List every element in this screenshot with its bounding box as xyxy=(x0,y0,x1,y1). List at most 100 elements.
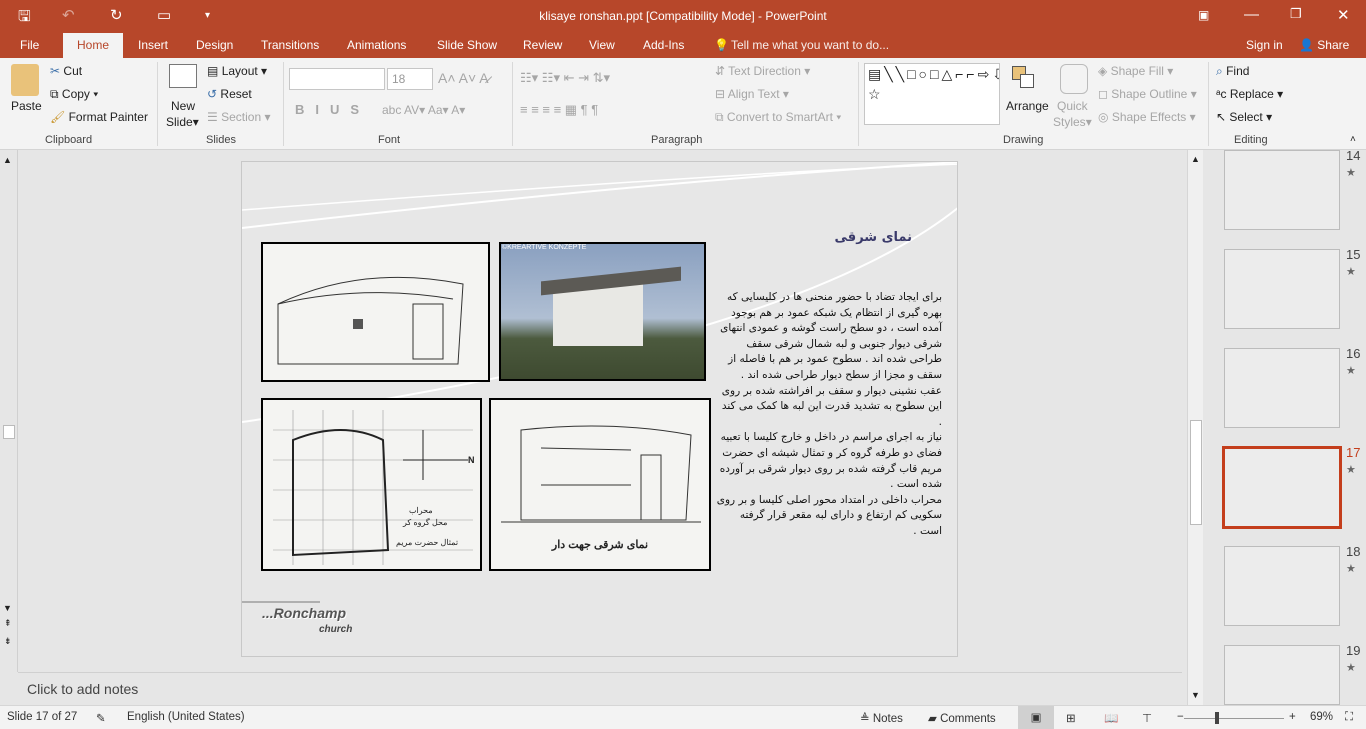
share-button[interactable]: 👤 Share xyxy=(1299,38,1349,52)
copy-icon: ⧉ xyxy=(50,87,59,101)
text-direction-button[interactable]: ⇵ Text Direction ▾ xyxy=(715,64,810,78)
minimize-icon[interactable]: — xyxy=(1244,6,1259,23)
church-logo-sub: church xyxy=(319,624,353,635)
fit-to-window-icon[interactable]: ⛶ xyxy=(1345,711,1353,724)
zoom-slider-track[interactable] xyxy=(1184,718,1284,719)
arrange-button[interactable]: Arrange xyxy=(1006,99,1049,113)
next-slide-icon[interactable]: ⇟ xyxy=(4,636,12,647)
copy-button[interactable]: ⧉ Copy ▾ xyxy=(50,87,98,102)
slide-thumbnails-pane: 14 ★ 15 ★ 16 ★ 17 ★ 18 ★ 19 ★ xyxy=(1203,148,1366,705)
tab-view[interactable]: View xyxy=(589,38,615,52)
notes-button[interactable]: ≜ Notes xyxy=(860,711,903,725)
spell-check-icon[interactable]: ✎ xyxy=(96,711,106,725)
tab-file[interactable]: File xyxy=(20,38,39,52)
tab-design[interactable]: Design xyxy=(196,38,233,52)
zoom-out-button[interactable]: − xyxy=(1177,711,1184,723)
tab-transitions[interactable]: Transitions xyxy=(261,38,319,52)
find-button[interactable]: ⌕ Find xyxy=(1216,64,1249,79)
slideshow-button[interactable]: ⊤ xyxy=(1142,711,1152,725)
reading-view-button[interactable]: 📖 xyxy=(1104,711,1118,725)
new-slide-icon[interactable] xyxy=(169,64,197,88)
reset-button[interactable]: ↺ Reset xyxy=(207,87,252,101)
collapse-ribbon-icon[interactable]: ˄ xyxy=(1350,134,1356,145)
paste-button[interactable]: Paste xyxy=(11,99,42,113)
slide-canvas[interactable]: ©KREARTIVE KONZEPTE N محراب محل گروه کر … xyxy=(241,161,958,657)
shape-effects-button[interactable]: ◎ Shape Effects ▾ xyxy=(1098,110,1196,124)
scroll-up-icon[interactable]: ▲ xyxy=(1191,154,1200,164)
animation-star-icon: ★ xyxy=(1346,266,1356,278)
select-button[interactable]: ↖ Select ▾ xyxy=(1216,110,1272,124)
left-scrollbar[interactable]: ▲ ▼ ⇞ ⇟ xyxy=(0,150,18,672)
slide-thumbnail-17-selected[interactable] xyxy=(1222,446,1342,529)
slide-title[interactable]: نمای شرقی xyxy=(802,230,912,245)
tab-add-ins[interactable]: Add-Ins xyxy=(643,38,684,52)
slide-body-text[interactable]: برای ایجاد تضاد با حضور منحنی ها در کلیس… xyxy=(716,290,942,540)
slide-sorter-button[interactable]: ⊞ xyxy=(1066,711,1076,725)
tab-slide-show[interactable]: Slide Show xyxy=(437,38,497,52)
scroll-thumb[interactable] xyxy=(1190,420,1202,525)
paste-icon[interactable] xyxy=(11,64,39,96)
section-label: Section xyxy=(221,110,262,124)
tell-me-search[interactable]: Tell me what you want to do... xyxy=(731,38,889,52)
comments-button[interactable]: ▰ Comments xyxy=(928,711,996,725)
notes-pane[interactable]: Click to add notes xyxy=(18,672,1182,705)
grow-font-icon[interactable]: A˄ A˅ A̷ xyxy=(438,70,489,86)
slide-thumbnail-15[interactable] xyxy=(1224,249,1340,329)
group-label-editing: Editing xyxy=(1234,134,1268,146)
tab-insert[interactable]: Insert xyxy=(138,38,168,52)
tab-animations[interactable]: Animations xyxy=(347,38,406,52)
scroll-up-icon[interactable]: ▲ xyxy=(3,155,12,165)
photo-credit: ©KREARTIVE KONZEPTE xyxy=(502,244,587,251)
arrange-icon[interactable] xyxy=(1006,64,1040,94)
slide-thumbnail-18[interactable] xyxy=(1224,546,1340,626)
close-icon[interactable]: ✕ xyxy=(1337,6,1350,24)
plan-label-virgin-statue: تمثال حضرت مریم xyxy=(396,538,459,547)
shape-outline-button[interactable]: ◻ Shape Outline ▾ xyxy=(1098,87,1197,101)
strikethrough-char-spacing-case-icons[interactable]: abc AV▾ Aa▾ A▾ xyxy=(382,103,465,117)
tab-home[interactable]: Home xyxy=(63,33,124,58)
body-paragraph: برای ایجاد تضاد با حضور منحنی ها در کلیس… xyxy=(720,291,942,381)
shape-fill-button[interactable]: ◈ Shape Fill ▾ xyxy=(1098,64,1173,78)
zoom-level[interactable]: 69% xyxy=(1310,711,1333,723)
quick-styles-button[interactable]: Quick xyxy=(1057,99,1088,113)
font-size-input[interactable]: 18 xyxy=(387,68,433,90)
zoom-slider-thumb[interactable] xyxy=(1215,712,1219,724)
share-label: Share xyxy=(1317,38,1350,52)
shapes-gallery[interactable]: ▤╲╲□○□△⌐⌐⇨⇩△⬠△⌐⌐⇧⇦{}☆ xyxy=(864,63,1000,125)
tab-review[interactable]: Review xyxy=(523,38,562,52)
zoom-in-button[interactable]: + xyxy=(1289,711,1296,723)
alignment-icons[interactable]: ≡ ≡ ≡ ≡ ▦ ¶ ¶ xyxy=(520,102,598,118)
thumbnail-number: 15 xyxy=(1346,247,1361,262)
section-button[interactable]: ☰ Section ▾ xyxy=(207,110,271,124)
scroll-down-icon[interactable]: ▼ xyxy=(1191,690,1200,700)
quick-styles-icon[interactable] xyxy=(1060,64,1088,94)
slide-thumbnail-16[interactable] xyxy=(1224,348,1340,428)
window-title: klisaye ronshan.ppt [Compatibility Mode]… xyxy=(539,9,827,23)
cut-button[interactable]: ✂ Cut xyxy=(50,64,82,78)
slide-thumbnail-19[interactable] xyxy=(1224,645,1340,705)
ribbon-display-icon[interactable]: ▣ xyxy=(1198,8,1209,22)
language-indicator[interactable]: English (United States) xyxy=(127,711,245,723)
quick-styles-dropdown[interactable]: Styles▾ xyxy=(1053,115,1092,129)
layout-label: Layout xyxy=(221,64,258,78)
new-slide-button[interactable]: New xyxy=(171,99,195,113)
sign-in-link[interactable]: Sign in xyxy=(1246,38,1283,52)
new-slide-dropdown[interactable]: Slide▾ xyxy=(166,115,199,129)
convert-smartart-button[interactable]: ⧉ Convert to SmartArt ▾ xyxy=(715,110,841,125)
scroll-down-icon[interactable]: ▼ xyxy=(3,603,12,613)
align-text-button[interactable]: ⊟ Align Text ▾ xyxy=(715,87,789,101)
find-label: Find xyxy=(1226,64,1250,78)
font-format-buttons[interactable]: BIUS xyxy=(295,102,370,117)
restore-icon[interactable]: ❐ xyxy=(1290,6,1302,22)
layout-button[interactable]: ▤ Layout ▾ xyxy=(207,64,267,78)
replace-button[interactable]: ᵃc Replace ▾ xyxy=(1216,87,1283,101)
normal-view-button[interactable]: ▣ xyxy=(1018,706,1054,729)
slide-scrollbar[interactable]: ▲ ▼ xyxy=(1187,150,1203,705)
slide-thumbnail-14[interactable] xyxy=(1224,150,1340,230)
scroll-thumb[interactable] xyxy=(3,425,15,439)
format-painter-button[interactable]: 🖌 Format Painter xyxy=(50,110,148,124)
previous-slide-icon[interactable]: ⇞ xyxy=(4,618,12,629)
font-name-input[interactable] xyxy=(289,68,385,90)
list-indent-icons[interactable]: ☷▾ ☷▾ ⇤ ⇥ ⇅▾ xyxy=(520,70,610,86)
clear-format-icon[interactable]: A̷ xyxy=(479,70,488,86)
